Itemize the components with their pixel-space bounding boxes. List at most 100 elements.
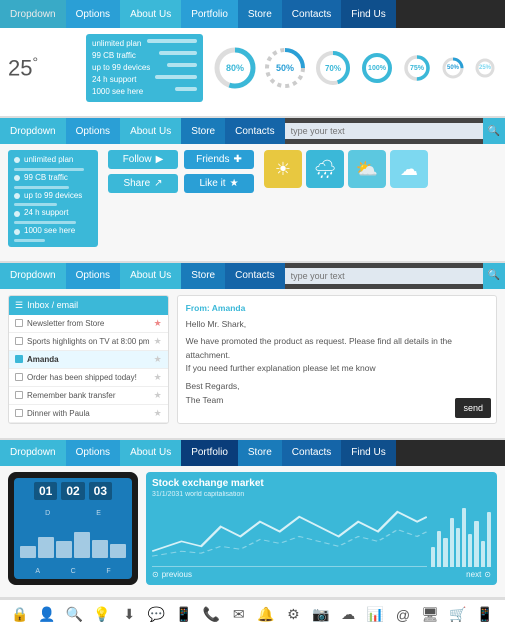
search-button-1[interactable]: 🔍 xyxy=(483,118,505,144)
nav4-portfolio[interactable]: Portfolio xyxy=(181,440,238,466)
nav3-contacts[interactable]: Contacts xyxy=(225,263,284,289)
nav3-search-area: 🔍 xyxy=(285,263,505,289)
stock-bar-chart xyxy=(431,502,491,567)
email-checkbox-1[interactable] xyxy=(15,319,23,327)
nav2-options[interactable]: Options xyxy=(66,118,120,144)
donut-25: 25% xyxy=(473,56,497,80)
weather-widget: 25° xyxy=(8,54,78,81)
email-item-2[interactable]: Sports highlights on TV at 8:00 pm ★ xyxy=(9,333,168,351)
email-greeting: Hello Mr. Shark, xyxy=(186,318,488,332)
section1: Dropdown Options About Us Portfolio Stor… xyxy=(0,0,505,118)
lock-icon[interactable]: 🔒 xyxy=(11,606,29,624)
download-icon[interactable]: ⬇ xyxy=(120,606,138,624)
navbar4: Dropdown Options About Us Portfolio Stor… xyxy=(0,440,505,466)
likeit-button[interactable]: Like it ★ xyxy=(184,174,254,193)
nav1-aboutus[interactable]: About Us xyxy=(120,0,181,28)
tablet-icon[interactable]: 📱 xyxy=(476,606,494,624)
search-icon[interactable]: 🔍 xyxy=(65,606,83,624)
email-signature: The Team xyxy=(186,394,488,408)
email-list: ☰ Inbox / email Newsletter from Store ★ … xyxy=(8,295,169,424)
cloud-icon[interactable]: ☁ xyxy=(339,606,357,624)
email-from: From: Amanda xyxy=(186,302,488,316)
bulb-icon[interactable]: 💡 xyxy=(93,606,111,624)
nav1-findus[interactable]: Find Us xyxy=(341,0,395,28)
send-button[interactable]: send xyxy=(455,398,491,418)
at-icon[interactable]: @ xyxy=(394,606,412,624)
search-input-2[interactable] xyxy=(285,268,483,284)
nav3-options[interactable]: Options xyxy=(66,263,120,289)
email-body2: If you need further explanation please l… xyxy=(186,362,488,376)
email-item-6[interactable]: Dinner with Paula ★ xyxy=(9,405,168,423)
row2-content: unlimited plan 99 CB traffic up to 99 de… xyxy=(0,144,505,253)
search-input-1[interactable] xyxy=(285,123,483,139)
user-icon[interactable]: 👤 xyxy=(38,606,56,624)
star-icon-2[interactable]: ★ xyxy=(154,336,162,347)
email-list-header: ☰ Inbox / email xyxy=(9,296,168,315)
email-item-4[interactable]: Order has been shipped today! ★ xyxy=(9,369,168,387)
prev-button[interactable]: ⊙ previous xyxy=(152,570,192,579)
counter-02: 02 xyxy=(61,482,84,500)
mail-icon[interactable]: ✉ xyxy=(230,606,248,624)
gear-icon[interactable]: ⚙ xyxy=(284,606,302,624)
monitor-icon[interactable]: 🖥 xyxy=(421,606,439,624)
email-item-5[interactable]: Remember bank transfer ★ xyxy=(9,387,168,405)
temperature: 25° xyxy=(8,54,38,81)
counter-01: 01 xyxy=(34,482,57,500)
star-icon-1[interactable]: ★ xyxy=(154,318,162,329)
email-content: From: Amanda Hello Mr. Shark, We have pr… xyxy=(177,295,497,424)
info-list-2: unlimited plan 99 CB traffic up to 99 de… xyxy=(8,150,98,247)
stock-subtitle: 31/1/2031 world capitalisation xyxy=(152,491,491,498)
nav3-store[interactable]: Store xyxy=(181,263,225,289)
mobile-icon[interactable]: 📱 xyxy=(175,606,193,624)
email-checkbox-3[interactable] xyxy=(15,355,23,363)
chart-icon[interactable]: 📊 xyxy=(367,606,385,624)
nav1-store[interactable]: Store xyxy=(238,0,282,28)
friends-button[interactable]: Friends ✚ xyxy=(184,150,254,169)
stock-area: Stock exchange market 31/1/2031 world ca… xyxy=(146,472,497,585)
nav1-portfolio[interactable]: Portfolio xyxy=(181,0,238,28)
nav2-search-area: 🔍 xyxy=(285,118,505,144)
nav4-store[interactable]: Store xyxy=(238,440,282,466)
stock-chart-container xyxy=(152,502,491,567)
social-row-2: Share ↗ Like it ★ xyxy=(108,174,254,193)
star-icon-6[interactable]: ★ xyxy=(154,408,162,419)
info-panel: unlimited plan 99 CB traffic up to 99 de… xyxy=(86,34,203,102)
email-item-1[interactable]: Newsletter from Store ★ xyxy=(9,315,168,333)
email-item-3[interactable]: Amanda ★ xyxy=(9,351,168,369)
nav1-contacts[interactable]: Contacts xyxy=(282,0,341,28)
cart-icon[interactable]: 🛒 xyxy=(449,606,467,624)
donut-50b: 50% xyxy=(439,54,467,82)
nav2-contacts[interactable]: Contacts xyxy=(225,118,284,144)
nav2-dropdown[interactable]: Dropdown xyxy=(0,118,66,144)
star-icon-4[interactable]: ★ xyxy=(154,372,162,383)
star-icon-5[interactable]: ★ xyxy=(154,390,162,401)
counter-row: 01 02 03 xyxy=(18,482,128,500)
email-checkbox-4[interactable] xyxy=(15,373,23,381)
nav3-dropdown[interactable]: Dropdown xyxy=(0,263,66,289)
share-button[interactable]: Share ↗ xyxy=(108,174,178,193)
rain-icon-box: 🌧 xyxy=(306,150,344,188)
nav4-aboutus[interactable]: About Us xyxy=(120,440,181,466)
phone-icon[interactable]: 📞 xyxy=(202,606,220,624)
nav4-dropdown[interactable]: Dropdown xyxy=(0,440,66,466)
nav4-options[interactable]: Options xyxy=(66,440,120,466)
nav4-contacts[interactable]: Contacts xyxy=(282,440,341,466)
email-checkbox-6[interactable] xyxy=(15,409,23,417)
follow-button[interactable]: Follow ▶ xyxy=(108,150,178,169)
nav2-aboutus[interactable]: About Us xyxy=(120,118,181,144)
next-button[interactable]: next ⊙ xyxy=(466,570,491,579)
nav1-options[interactable]: Options xyxy=(66,0,120,28)
bell-icon[interactable]: 🔔 xyxy=(257,606,275,624)
email-checkbox-2[interactable] xyxy=(15,337,23,345)
star-icon-3[interactable]: ★ xyxy=(154,354,162,365)
chat-icon[interactable]: 💬 xyxy=(148,606,166,624)
section4: Dropdown Options About Us Portfolio Stor… xyxy=(0,440,505,599)
donut-75: 75% xyxy=(401,52,433,84)
nav1-dropdown[interactable]: Dropdown xyxy=(0,0,66,28)
camera-icon[interactable]: 📷 xyxy=(312,606,330,624)
nav3-aboutus[interactable]: About Us xyxy=(120,263,181,289)
search-button-2[interactable]: 🔍 xyxy=(483,263,505,289)
nav4-findus[interactable]: Find Us xyxy=(341,440,395,466)
nav2-store[interactable]: Store xyxy=(181,118,225,144)
email-checkbox-5[interactable] xyxy=(15,391,23,399)
